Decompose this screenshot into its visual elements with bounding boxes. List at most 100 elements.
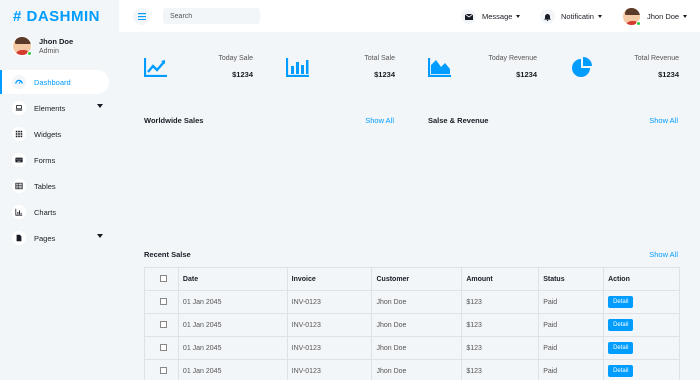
customer-cell: Jhon Doe [371,359,463,380]
bell-icon [540,9,555,24]
row-checkbox-cell [144,313,179,337]
line-chart-icon [144,58,167,77]
sidebar: # DASHMIN Jhon Doe Admin Dashboard Eleme… [0,0,119,380]
column-header[interactable]: Customer [371,267,463,291]
chevron-down-icon [97,234,103,238]
column-header[interactable]: Action [603,267,680,291]
table-row: 01 Jan 2045 INV-0123 Jhon Doe $123 Paid … [144,359,680,380]
stat-card-today-sale: Today Sale $1234 [132,43,263,90]
date-cell: 01 Jan 2045 [177,336,288,360]
select-all-checkbox-cell [144,267,179,291]
sidebar-item-charts[interactable]: Charts [0,200,109,224]
sidebar-toggle-button[interactable] [133,8,150,25]
amount-cell: $123 [461,336,540,360]
date-cell: 01 Jan 2045 [177,359,288,380]
stat-label: Today Revenue [488,55,537,62]
user-role: Admin [39,48,59,55]
stat-label: Today Sale [218,55,253,62]
sidebar-item-tables[interactable]: Tables [0,174,109,198]
amount-cell: $123 [461,290,540,314]
show-all-link[interactable]: Show All [649,116,678,125]
user-dropdown[interactable]: Jhon Doe [622,6,688,26]
sidebar-item-pages[interactable]: Pages [0,226,109,250]
column-header[interactable]: Date [177,267,288,291]
topbar-avatar [622,6,641,26]
status-cell: Paid [538,290,605,314]
envelope-icon [461,9,476,24]
sidebar-item-label: Pages [34,233,56,243]
stat-value: $1234 [516,70,537,79]
chevron-down-icon [516,15,521,18]
detail-button[interactable]: Detail [608,296,634,308]
panel-title: Salse & Revenue [428,116,489,125]
chevron-down-icon [683,14,688,18]
invoice-cell: INV-0123 [286,336,373,360]
customer-cell: Jhon Doe [371,290,463,314]
detail-button[interactable]: Detail [608,365,634,377]
date-cell: 01 Jan 2045 [177,313,288,337]
sidebar-user: Jhon Doe Admin [12,36,112,60]
sidebar-item-label: Charts [34,207,57,217]
laptop-icon [12,101,26,115]
sidebar-item-label: Tables [34,181,56,191]
search-input[interactable] [163,8,260,24]
message-label: Message [482,12,513,21]
stat-label: Total Sale [364,55,395,62]
show-all-link[interactable]: Show All [649,250,678,259]
action-cell: Detail [603,359,680,380]
worldwide-sales-panel: Worldwide Sales Show All [132,102,405,218]
notification-dropdown[interactable]: Notificatin [540,9,602,24]
sales-revenue-panel: Salse & Revenue Show All [416,102,689,218]
sidebar-item-label: Forms [34,155,56,165]
table-icon [12,179,26,193]
stat-label: Total Revenue [634,55,679,62]
recent-sales-table: Date Invoice Customer Amount Status Acti… [144,267,680,380]
status-cell: Paid [538,336,605,360]
brand-logo[interactable]: # DASHMIN [13,8,100,25]
stat-value: $1234 [374,70,395,79]
sidebar-item-label: Widgets [34,129,62,139]
amount-cell: $123 [461,359,540,380]
date-cell: 01 Jan 2045 [177,290,288,314]
row-checkbox[interactable] [159,366,167,374]
table-row: 01 Jan 2045 INV-0123 Jhon Doe $123 Paid … [144,336,680,360]
row-checkbox-cell [144,359,179,380]
table-header-row: Date Invoice Customer Amount Status Acti… [144,267,680,291]
invoice-cell: INV-0123 [286,290,373,314]
stat-card-today-revenue: Today Revenue $1234 [416,43,547,90]
row-checkbox-cell [144,336,179,360]
row-checkbox[interactable] [159,297,167,305]
table-row: 01 Jan 2045 INV-0123 Jhon Doe $123 Paid … [144,313,680,337]
action-cell: Detail [603,313,680,337]
select-all-checkbox[interactable] [159,274,167,282]
status-cell: Paid [538,359,605,380]
action-cell: Detail [603,336,680,360]
sidebar-item-label: Dashboard [34,77,71,87]
customer-cell: Jhon Doe [371,313,463,337]
amount-cell: $123 [461,313,540,337]
row-checkbox[interactable] [159,343,167,351]
column-header[interactable]: Invoice [286,267,373,291]
sidebar-item-forms[interactable]: Forms [0,148,109,172]
stat-card-total-sale: Total Sale $1234 [274,43,405,90]
column-header[interactable]: Amount [461,267,540,291]
bar-chart-icon [286,58,309,77]
table-row: 01 Jan 2045 INV-0123 Jhon Doe $123 Paid … [144,290,680,314]
stat-card-total-revenue: Total Revenue $1234 [558,43,689,90]
sidebar-item-dashboard[interactable]: Dashboard [0,70,109,94]
keyboard-icon [12,153,26,167]
row-checkbox[interactable] [159,320,167,328]
detail-button[interactable]: Detail [608,319,634,331]
speedometer-icon [12,75,26,89]
message-dropdown[interactable]: Message [461,9,521,24]
area-chart-icon [428,58,451,77]
panel-title: Recent Salse [144,250,191,259]
column-header[interactable]: Status [538,267,605,291]
show-all-link[interactable]: Show All [365,116,394,125]
user-name: Jhon Doe [39,37,74,46]
sidebar-item-elements[interactable]: Elements [0,96,109,120]
detail-button[interactable]: Detail [608,342,634,354]
stat-value: $1234 [232,70,253,79]
invoice-cell: INV-0123 [286,313,373,337]
sidebar-item-widgets[interactable]: Widgets [0,122,109,146]
